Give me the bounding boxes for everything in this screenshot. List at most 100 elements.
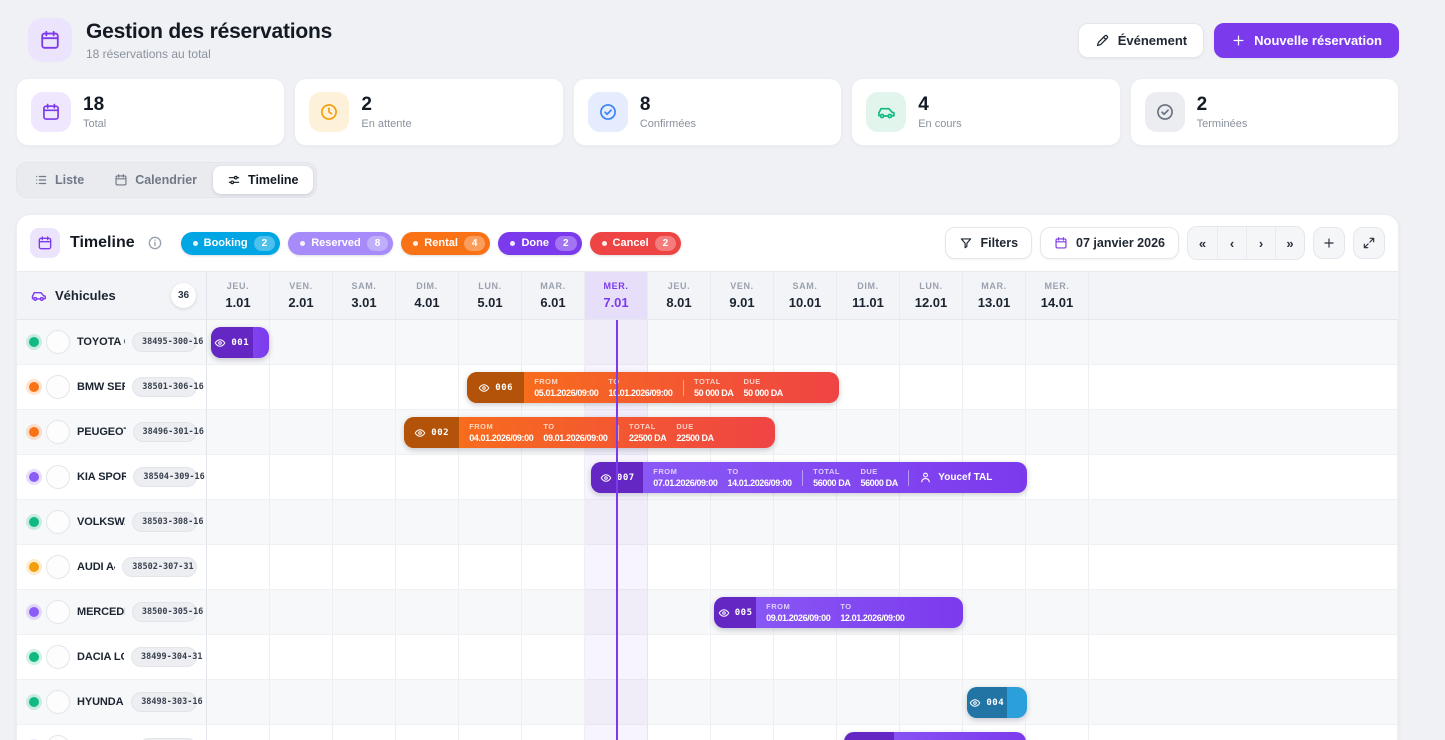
day-cell-5.01[interactable] [459, 725, 522, 740]
day-cell-11.01[interactable] [837, 410, 900, 454]
day-cell-9.01[interactable] [711, 635, 774, 679]
day-cell-11.01[interactable] [837, 365, 900, 409]
day-cell-10.01[interactable] [774, 545, 837, 589]
day-cell-13.01[interactable] [963, 365, 1026, 409]
day-cell-4.01[interactable] [396, 545, 459, 589]
reservation-bar-006[interactable]: 006FROM05.01.2026/09:00TO10.01.2026/09:0… [467, 372, 839, 403]
nav-last-button[interactable]: » [1275, 227, 1304, 259]
day-cell-1.01[interactable] [207, 410, 270, 454]
day-cell-14.01[interactable] [1026, 455, 1089, 499]
day-cell-13.01[interactable] [963, 410, 1026, 454]
reservation-bar-001[interactable]: 001 [211, 327, 269, 358]
day-cell-13.01[interactable] [963, 545, 1026, 589]
day-cell-7.01[interactable] [585, 590, 648, 634]
day-cell-3.01[interactable] [333, 365, 396, 409]
day-cell-6.01[interactable] [522, 455, 585, 499]
reservation-bar-002[interactable]: 002FROM04.01.2026/09:00TO09.01.2026/09:0… [404, 417, 775, 448]
vehicle-cell[interactable]: HYUNDAI …38498-303-16 [17, 680, 207, 724]
day-cell-11.01[interactable] [837, 545, 900, 589]
day-cell-8.01[interactable] [648, 500, 711, 544]
legend-pill-booking[interactable]: Booking2 [181, 232, 281, 255]
timeline-info-button[interactable] [145, 233, 165, 253]
vehicle-cell[interactable]: KIA SPORT…38504-309-16 [17, 455, 207, 499]
day-cell-5.01[interactable] [459, 320, 522, 364]
day-cell-1.01[interactable] [207, 725, 270, 740]
day-cell-10.01[interactable] [774, 410, 837, 454]
tab-timeline[interactable]: Timeline [213, 166, 312, 194]
filters-button[interactable]: Filters [945, 227, 1033, 259]
day-cell-10.01[interactable] [774, 725, 837, 740]
vehicle-cell[interactable]: RENAULT [17, 725, 207, 740]
nav-prev-button[interactable]: ‹ [1217, 227, 1246, 259]
day-cell-9.01[interactable] [711, 320, 774, 364]
day-cell-12.01[interactable] [900, 680, 963, 724]
nav-first-button[interactable]: « [1188, 227, 1217, 259]
day-cell-2.01[interactable] [270, 500, 333, 544]
legend-pill-cancel[interactable]: Cancel2 [590, 232, 682, 255]
day-cell-7.01[interactable] [585, 320, 648, 364]
day-cell-12.01[interactable] [900, 500, 963, 544]
day-cell-3.01[interactable] [333, 635, 396, 679]
day-cell-4.01[interactable] [396, 500, 459, 544]
day-cell-14.01[interactable] [1026, 590, 1089, 634]
day-cell-11.01[interactable] [837, 500, 900, 544]
tab-liste[interactable]: Liste [20, 166, 98, 194]
day-cell-3.01[interactable] [333, 455, 396, 499]
day-cell-2.01[interactable] [270, 545, 333, 589]
day-cell-14.01[interactable] [1026, 680, 1089, 724]
day-cell-2.01[interactable] [270, 455, 333, 499]
tab-calendrier[interactable]: Calendrier [100, 166, 211, 194]
day-cell-11.01[interactable] [837, 680, 900, 724]
day-cell-6.01[interactable] [522, 500, 585, 544]
day-cell-6.01[interactable] [522, 635, 585, 679]
day-cell-2.01[interactable] [270, 590, 333, 634]
day-cell-12.01[interactable] [900, 410, 963, 454]
day-cell-14.01[interactable] [1026, 320, 1089, 364]
day-cell-5.01[interactable] [459, 590, 522, 634]
day-cell-3.01[interactable] [333, 680, 396, 724]
fullscreen-button[interactable] [1353, 227, 1385, 259]
event-button[interactable]: Événement [1078, 23, 1204, 58]
day-cell-12.01[interactable] [900, 365, 963, 409]
day-cell-14.01[interactable] [1026, 365, 1089, 409]
day-cell-10.01[interactable] [774, 635, 837, 679]
day-cell-5.01[interactable] [459, 545, 522, 589]
day-cell-13.01[interactable] [963, 635, 1026, 679]
date-picker-button[interactable]: 07 janvier 2026 [1040, 227, 1179, 259]
day-cell-3.01[interactable] [333, 545, 396, 589]
day-cell-3.01[interactable] [333, 590, 396, 634]
day-cell-11.01[interactable] [837, 320, 900, 364]
day-cell-9.01[interactable] [711, 680, 774, 724]
day-cell-10.01[interactable] [774, 680, 837, 724]
day-cell-8.01[interactable] [648, 635, 711, 679]
day-cell-4.01[interactable] [396, 320, 459, 364]
vehicle-cell[interactable]: BMW SERI…38501-306-16 [17, 365, 207, 409]
day-cell-13.01[interactable] [963, 320, 1026, 364]
legend-pill-done[interactable]: Done2 [498, 232, 581, 255]
vehicle-cell[interactable]: VOLKSWA…38503-308-16 [17, 500, 207, 544]
day-cell-6.01[interactable] [522, 320, 585, 364]
day-cell-6.01[interactable] [522, 725, 585, 740]
day-cell-7.01[interactable] [585, 680, 648, 724]
day-cell-1.01[interactable] [207, 545, 270, 589]
day-cell-4.01[interactable] [396, 635, 459, 679]
day-cell-1.01[interactable] [207, 635, 270, 679]
day-cell-2.01[interactable] [270, 365, 333, 409]
day-cell-14.01[interactable] [1026, 635, 1089, 679]
day-cell-2.01[interactable] [270, 725, 333, 740]
vehicle-cell[interactable]: TOYOTA C…38495-300-16 [17, 320, 207, 364]
day-cell-12.01[interactable] [900, 320, 963, 364]
day-cell-8.01[interactable] [648, 725, 711, 740]
reservation-bar-007[interactable]: 007FROM07.01.2026/09:00TO14.01.2026/09:0… [591, 462, 1026, 493]
day-cell-12.01[interactable] [900, 545, 963, 589]
day-cell-12.01[interactable] [900, 635, 963, 679]
day-cell-7.01[interactable] [585, 635, 648, 679]
reservation-bar[interactable]: FROMTO [844, 732, 1026, 740]
nav-next-button[interactable]: › [1246, 227, 1275, 259]
day-cell-3.01[interactable] [333, 320, 396, 364]
day-cell-14.01[interactable] [1026, 545, 1089, 589]
day-cell-4.01[interactable] [396, 365, 459, 409]
day-cell-8.01[interactable] [648, 545, 711, 589]
reservation-bar-004[interactable]: 004 [967, 687, 1027, 718]
day-cell-3.01[interactable] [333, 410, 396, 454]
